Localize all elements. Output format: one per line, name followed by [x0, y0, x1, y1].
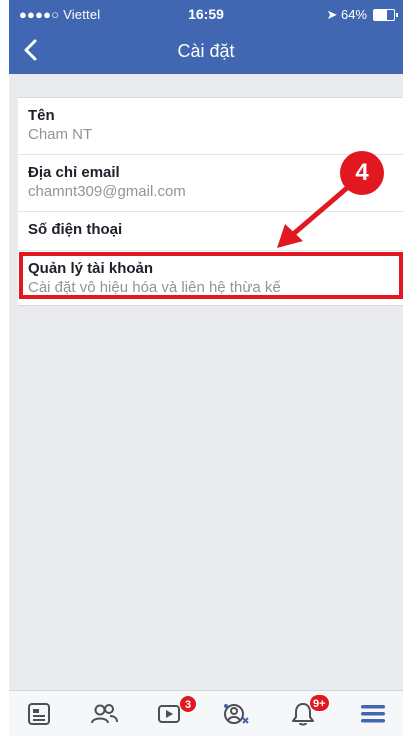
tab-video[interactable]: 3: [139, 691, 199, 736]
tab-friends[interactable]: [74, 691, 134, 736]
step-number-badge: 4: [340, 151, 384, 195]
friends-icon: [91, 704, 118, 724]
video-badge: 3: [179, 695, 197, 713]
menu-icon: [361, 705, 385, 723]
tab-notifications[interactable]: 9+: [273, 691, 333, 736]
bottom-tab-bar: 3 9+: [9, 690, 403, 736]
news-feed-icon: [28, 703, 50, 725]
tab-profile[interactable]: [205, 691, 265, 736]
tab-news-feed[interactable]: [9, 691, 69, 736]
phone-screen: ●●●●○ Viettel 16:59 ➤ 64% Cài đặt Tên Ch…: [9, 0, 403, 736]
tab-menu[interactable]: [343, 691, 403, 736]
profile-icon: [224, 704, 249, 724]
notifications-badge: 9+: [309, 694, 330, 712]
annotation-highlight-box: [19, 252, 403, 299]
